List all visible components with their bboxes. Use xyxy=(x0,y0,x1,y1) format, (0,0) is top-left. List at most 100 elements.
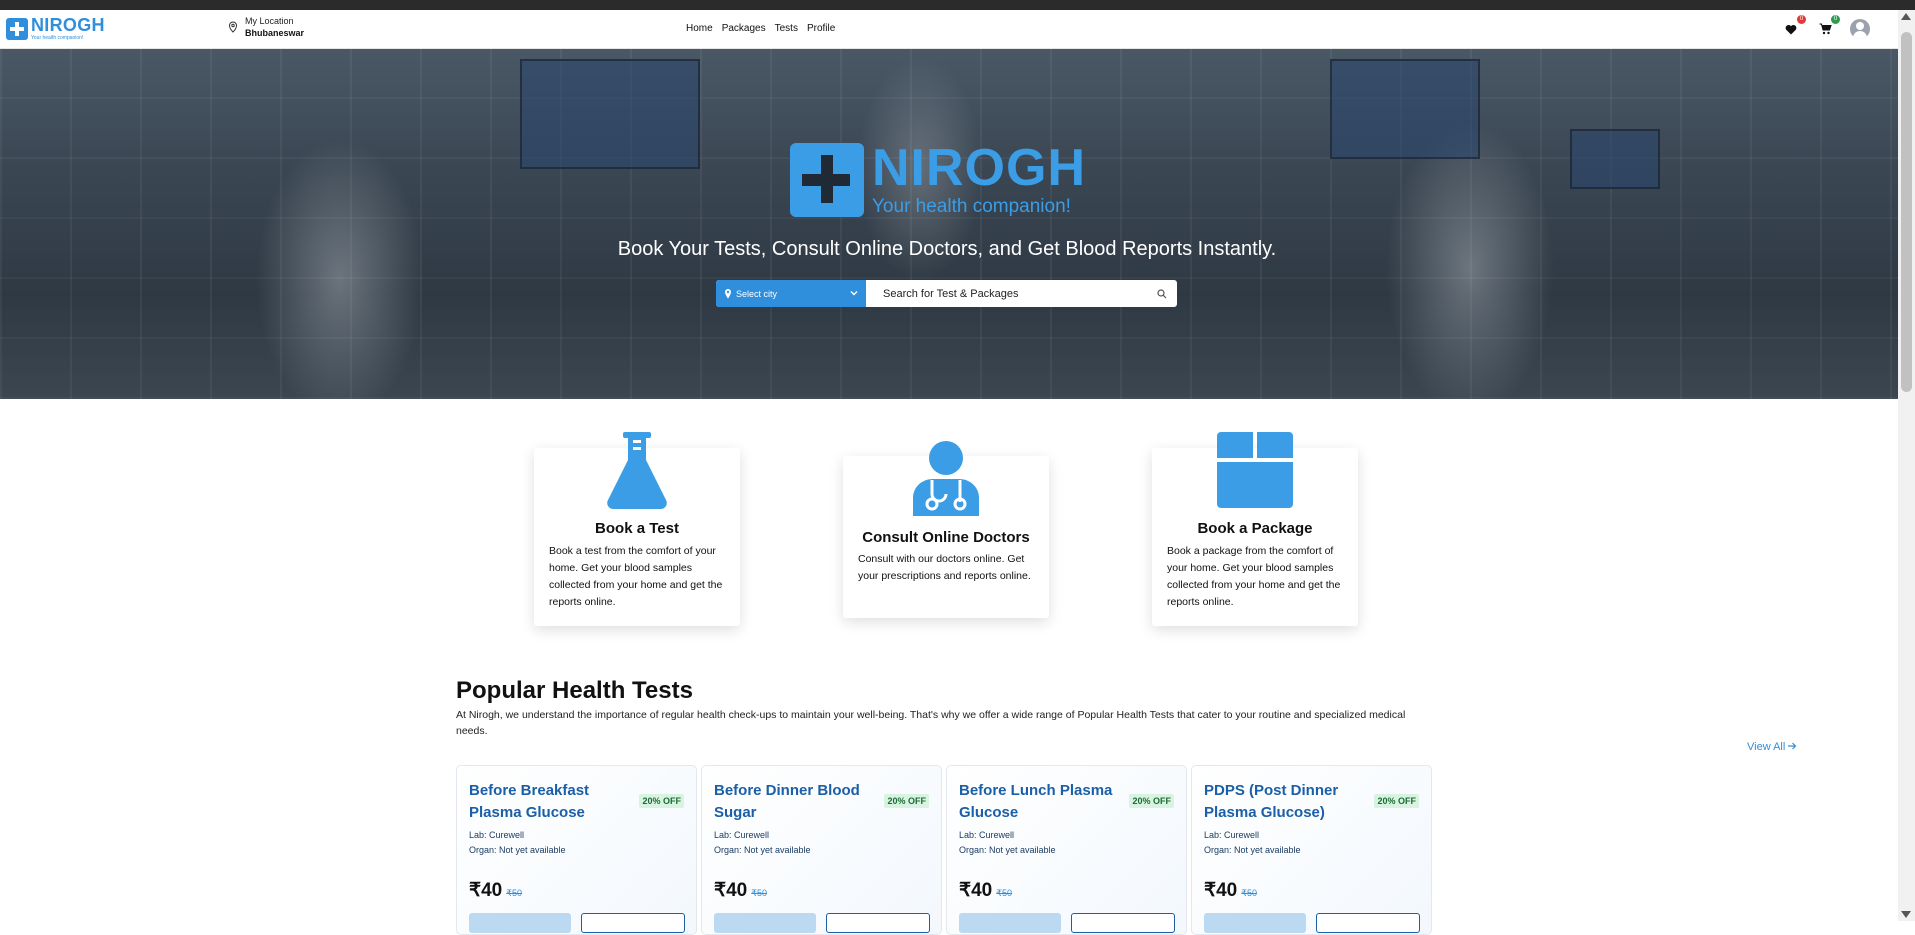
cart-button[interactable]: 0 xyxy=(1816,15,1840,38)
hero-logo-cross-icon xyxy=(790,143,864,217)
chevron-down-icon xyxy=(850,291,858,296)
search-bar: Select city Search for Test & Packages xyxy=(716,280,1177,307)
price-current: ₹40 xyxy=(469,880,503,901)
popular-tests-description: At Nirogh, we understand the importance … xyxy=(456,709,1406,737)
test-price: ₹40 ₹50 xyxy=(959,879,1012,902)
city-select[interactable]: Select city xyxy=(716,280,866,307)
nav-tests[interactable]: Tests xyxy=(775,23,798,34)
test-price: ₹40 ₹50 xyxy=(469,879,522,902)
price-original: ₹50 xyxy=(1241,888,1257,898)
map-pin-icon xyxy=(228,21,238,33)
discount-badge: 20% OFF xyxy=(884,794,929,808)
scroll-down-arrow-icon[interactable] xyxy=(1901,911,1911,918)
logo-tagline: Your health companion! xyxy=(31,35,84,41)
hero-banner: NIROGH Your health companion! Book Your … xyxy=(0,49,1898,399)
hero-logo-tagline: Your health companion! xyxy=(872,196,1071,217)
search-input-placeholder: Search for Test & Packages xyxy=(883,287,1019,300)
package-icon xyxy=(1217,432,1293,508)
test-card[interactable]: Before Lunch Plasma Glucose 20% OFF Lab:… xyxy=(946,765,1187,935)
site-header: NIROGH Your health companion! My Locatio… xyxy=(0,10,1898,49)
test-name: Before Breakfast Plasma Glucose xyxy=(469,782,590,821)
location-selector[interactable]: My Location Bhubaneswar xyxy=(227,16,304,38)
main-nav: Home Packages Tests Profile xyxy=(686,23,835,34)
service-card-book-test[interactable]: Book a Test Book a test from the comfort… xyxy=(534,432,740,626)
service-card-book-package[interactable]: Book a Package Book a package from the c… xyxy=(1152,432,1358,626)
map-pin-icon xyxy=(725,288,731,298)
test-organ: Organ: Not yet available xyxy=(1204,845,1301,855)
test-name: Before Dinner Blood Sugar xyxy=(714,782,860,821)
background-monitor xyxy=(520,59,700,169)
add-to-cart-button[interactable] xyxy=(469,913,571,933)
view-all-label: View All xyxy=(1747,741,1786,753)
nav-home[interactable]: Home xyxy=(686,23,713,34)
price-current: ₹40 xyxy=(1204,880,1238,901)
price-original: ₹50 xyxy=(996,888,1012,898)
test-price: ₹40 ₹50 xyxy=(714,879,767,902)
test-card[interactable]: Before Breakfast Plasma Glucose 20% OFF … xyxy=(456,765,697,935)
test-organ: Organ: Not yet available xyxy=(714,845,811,855)
search-input[interactable]: Search for Test & Packages xyxy=(866,280,1177,307)
hero-logo-name: NIROGH xyxy=(872,139,1086,197)
heart-icon xyxy=(1785,24,1797,34)
test-price: ₹40 ₹50 xyxy=(1204,879,1257,902)
add-to-cart-button[interactable] xyxy=(1204,913,1306,933)
test-lab: Lab: Curewell xyxy=(1204,830,1260,840)
test-name: PDPS (Post Dinner Plasma Glucose) xyxy=(1204,782,1339,821)
nav-packages[interactable]: Packages xyxy=(722,23,766,34)
browser-top-strip xyxy=(0,0,1915,10)
test-lab: Lab: Curewell xyxy=(714,830,770,840)
test-organ: Organ: Not yet available xyxy=(959,845,1056,855)
flask-icon xyxy=(607,432,667,509)
test-card[interactable]: PDPS (Post Dinner Plasma Glucose) 20% OF… xyxy=(1191,765,1432,935)
test-card[interactable]: Before Dinner Blood Sugar 20% OFF Lab: C… xyxy=(701,765,942,935)
service-text: Book a test from the comfort of your hom… xyxy=(549,545,723,608)
view-all-link[interactable]: View All xyxy=(1747,741,1797,753)
site-logo[interactable]: NIROGH Your health companion! xyxy=(6,16,105,41)
view-details-button[interactable] xyxy=(826,913,930,933)
service-card-consult-doctors[interactable]: Consult Online Doctors Consult with our … xyxy=(843,441,1049,618)
scrollbar-thumb[interactable] xyxy=(1901,32,1912,392)
price-current: ₹40 xyxy=(714,880,748,901)
location-label: My Location xyxy=(245,16,294,26)
hero-logo: NIROGH Your health companion! xyxy=(790,142,1086,218)
wishlist-count-badge: 0 xyxy=(1797,15,1806,24)
service-text: Book a package from the comfort of your … xyxy=(1167,545,1341,608)
logo-name: NIROGH xyxy=(31,15,105,35)
wishlist-button[interactable]: 0 xyxy=(1782,15,1806,38)
page-scrollbar[interactable] xyxy=(1898,10,1915,921)
logo-cross-icon xyxy=(6,17,28,40)
discount-badge: 20% OFF xyxy=(1129,794,1174,808)
discount-badge: 20% OFF xyxy=(1374,794,1419,808)
price-original: ₹50 xyxy=(506,888,522,898)
background-monitor xyxy=(1330,59,1480,159)
price-current: ₹40 xyxy=(959,880,993,901)
cart-icon xyxy=(1819,23,1832,35)
test-organ: Organ: Not yet available xyxy=(469,845,566,855)
price-original: ₹50 xyxy=(751,888,767,898)
test-name: Before Lunch Plasma Glucose xyxy=(959,782,1113,821)
header-actions: 0 0 xyxy=(1782,15,1870,39)
hero-tagline: Book Your Tests, Consult Online Doctors,… xyxy=(617,238,1277,260)
search-icon[interactable] xyxy=(1157,288,1167,299)
add-to-cart-button[interactable] xyxy=(714,913,816,933)
user-avatar[interactable] xyxy=(1850,19,1870,39)
test-lab: Lab: Curewell xyxy=(469,830,525,840)
view-details-button[interactable] xyxy=(1316,913,1420,933)
doctor-icon xyxy=(913,441,979,516)
test-lab: Lab: Curewell xyxy=(959,830,1015,840)
nav-profile[interactable]: Profile xyxy=(807,23,835,34)
cart-count-badge: 0 xyxy=(1831,15,1840,24)
scroll-up-arrow-icon[interactable] xyxy=(1901,13,1911,20)
popular-tests-title: Popular Health Tests xyxy=(456,677,693,704)
add-to-cart-button[interactable] xyxy=(959,913,1061,933)
arrow-right-icon xyxy=(1788,742,1797,750)
discount-badge: 20% OFF xyxy=(639,794,684,808)
view-details-button[interactable] xyxy=(581,913,685,933)
service-title: Book a Test xyxy=(595,520,679,537)
city-select-label: Select city xyxy=(736,288,778,299)
location-value: Bhubaneswar xyxy=(245,28,305,38)
service-text: Consult with our doctors online. Get you… xyxy=(858,553,1031,582)
view-details-button[interactable] xyxy=(1071,913,1175,933)
service-title: Consult Online Doctors xyxy=(862,529,1030,546)
background-monitor xyxy=(1570,129,1660,189)
